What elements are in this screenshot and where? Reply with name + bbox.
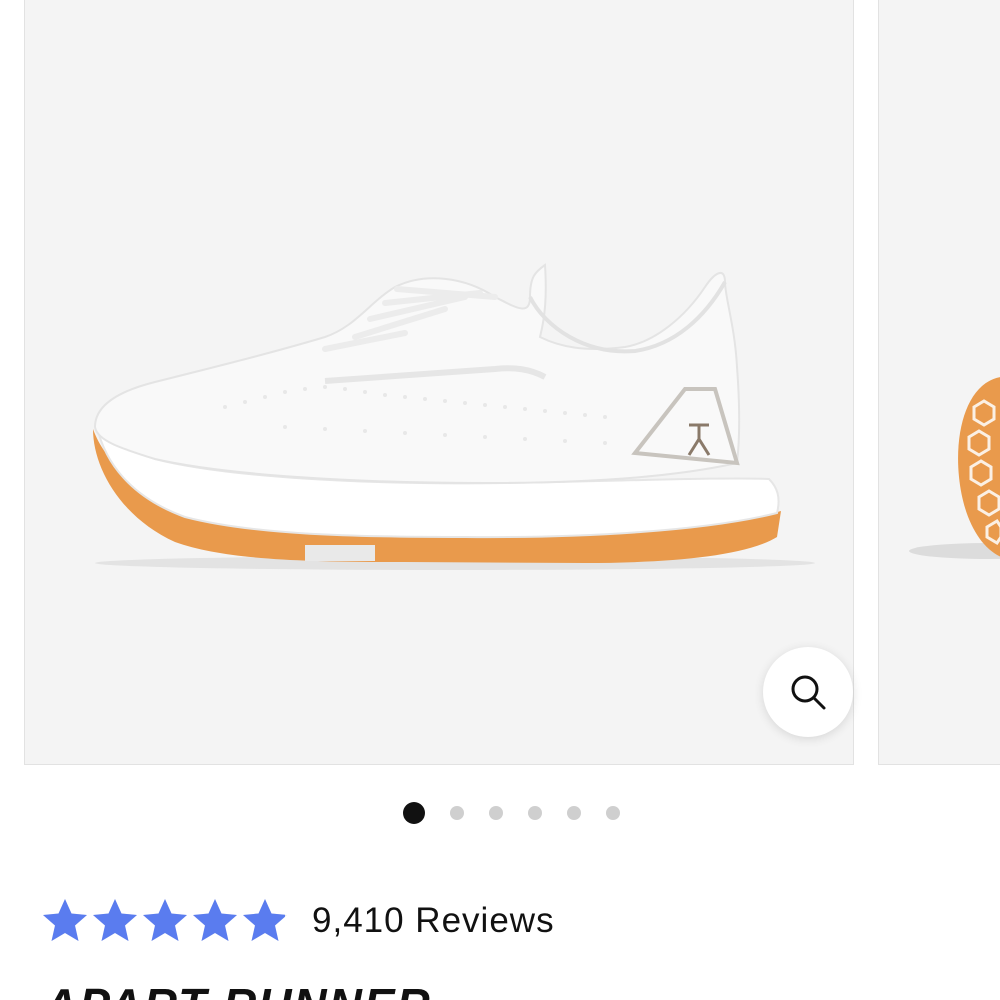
gallery-slide-main[interactable] (24, 0, 854, 765)
star-icon (43, 899, 87, 941)
product-image-gallery[interactable] (0, 0, 1000, 770)
pagination-dot[interactable] (606, 806, 620, 820)
star-rating (40, 896, 290, 946)
magnifier-icon (791, 675, 826, 710)
reviews-link[interactable]: 9,410 Reviews (312, 901, 555, 941)
pagination-dot[interactable] (567, 806, 581, 820)
star-icon (93, 899, 137, 941)
gallery-pagination (0, 800, 1000, 826)
product-title: APART RUNNER (44, 978, 432, 1000)
pagination-dot[interactable] (528, 806, 542, 820)
zoom-button[interactable] (763, 647, 853, 737)
product-rating: 9,410 Reviews (40, 893, 555, 949)
pagination-dot[interactable] (450, 806, 464, 820)
gallery-slide-next[interactable] (878, 0, 1000, 765)
shoe-sole-image (909, 377, 1000, 559)
shoe-image (93, 263, 815, 570)
star-icon (193, 899, 237, 941)
pagination-dot[interactable] (489, 806, 503, 820)
pagination-dot[interactable] (403, 802, 425, 824)
star-icon (143, 899, 187, 941)
star-icon (243, 899, 287, 941)
